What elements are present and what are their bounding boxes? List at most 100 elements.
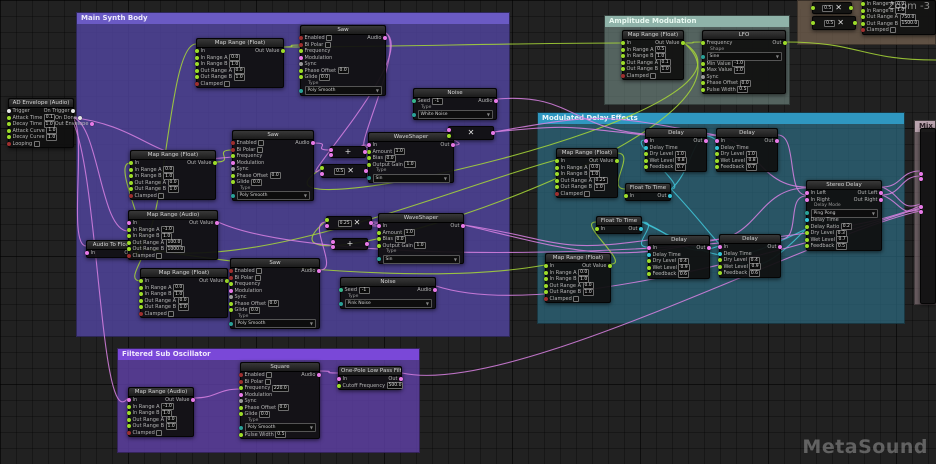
float-pin[interactable]: [644, 158, 648, 163]
float-pin[interactable]: [555, 159, 559, 164]
float-pin[interactable]: [644, 152, 648, 157]
checkbox[interactable]: [254, 274, 261, 281]
float-pin[interactable]: [127, 411, 131, 416]
value-input[interactable]: 0.5: [334, 167, 346, 175]
enum-pin[interactable]: [239, 425, 243, 430]
type-dropdown[interactable]: Poly Smooth ▼: [304, 86, 382, 95]
value-input[interactable]: 0.5: [824, 19, 836, 27]
bool-pin[interactable]: [129, 193, 133, 198]
float-pin[interactable]: [213, 161, 217, 166]
float-pin[interactable]: [129, 180, 133, 185]
float-pin[interactable]: [239, 386, 243, 391]
float-pin[interactable]: [861, 15, 865, 20]
value-input[interactable]: 0.6: [677, 270, 689, 278]
audio-pin[interactable]: [399, 377, 403, 382]
audio-pin[interactable]: [644, 139, 648, 144]
float-pin[interactable]: [624, 194, 628, 199]
trig-pin[interactable]: [78, 115, 83, 120]
float-pin[interactable]: [621, 67, 625, 72]
value-input[interactable]: 0.7: [745, 163, 757, 171]
float-pin[interactable]: [608, 264, 612, 269]
sync-pin[interactable]: [701, 74, 705, 79]
bool-pin[interactable]: [239, 379, 243, 384]
node-add-1[interactable]: +: [329, 146, 367, 158]
bool-pin[interactable]: [127, 253, 131, 258]
node-delay-1[interactable]: Delay In Out Delay Time Dry Level 1.0 Wet Leve…: [644, 128, 708, 172]
value-input[interactable]: 1000.0: [165, 245, 186, 253]
bool-pin[interactable]: [195, 81, 199, 86]
bool-pin[interactable]: [229, 269, 233, 274]
float-pin[interactable]: [239, 412, 243, 417]
float-pin[interactable]: [621, 60, 625, 65]
value-input[interactable]: 1.0: [233, 73, 245, 81]
trig-pin[interactable]: [71, 109, 75, 114]
checkbox[interactable]: [156, 429, 163, 436]
value-input[interactable]: 0.5: [275, 431, 287, 439]
node-map-range-float-3[interactable]: Map Range (Float) In Out Value In Range A 0.…: [139, 268, 229, 318]
type-dropdown[interactable]: Ping Pong ▼: [810, 208, 878, 218]
value-input[interactable]: 500.0: [386, 382, 404, 390]
float-pin[interactable]: [299, 75, 303, 80]
audio-pin[interactable]: [919, 172, 923, 176]
audio-pin[interactable]: [85, 251, 89, 256]
value-input[interactable]: 0.0: [248, 306, 261, 314]
node-tr-map-range[interactable]: In Range A 0.0 In Range B 1.0 Out Range A 750…: [861, 0, 936, 35]
value-input[interactable]: 1.0: [659, 65, 671, 73]
checkbox[interactable]: [224, 80, 231, 87]
enum-pin[interactable]: [805, 211, 809, 215]
bool-pin[interactable]: [299, 36, 303, 41]
float-pin[interactable]: [129, 187, 133, 192]
float-pin[interactable]: [299, 49, 303, 54]
bool-pin[interactable]: [239, 373, 243, 378]
audio-pin[interactable]: [325, 224, 329, 228]
value-input[interactable]: -1: [358, 286, 370, 294]
type-dropdown[interactable]: Sin ▼: [372, 173, 450, 183]
audio-pin[interactable]: [231, 160, 235, 165]
float-pin[interactable]: [701, 81, 705, 86]
audio-pin[interactable]: [919, 210, 923, 214]
audio-pin[interactable]: [447, 128, 451, 132]
float-pin[interactable]: [715, 158, 719, 163]
sync-pin[interactable]: [239, 399, 243, 404]
time-pin[interactable]: [805, 218, 809, 223]
checkbox[interactable]: [573, 295, 580, 302]
node-add-2[interactable]: +: [331, 238, 369, 250]
value-input[interactable]: 0.6: [748, 269, 760, 277]
audio-pin[interactable]: [775, 139, 779, 144]
value-input[interactable]: 0.25: [337, 219, 352, 227]
node-delay-2[interactable]: Delay In Out Delay Time Dry Level 1.0 Wet Leve…: [715, 128, 779, 172]
float-pin[interactable]: [805, 231, 809, 236]
float-pin[interactable]: [853, 21, 857, 25]
bool-pin[interactable]: [127, 430, 131, 435]
float-pin[interactable]: [299, 68, 303, 73]
node-saw-1[interactable]: Saw Enabled Audio Bi Polar Frequency Modulati…: [299, 25, 387, 96]
audio-pin[interactable]: [364, 169, 368, 173]
audio-pin[interactable]: [494, 99, 498, 104]
audio-pin[interactable]: [805, 197, 809, 202]
enum-pin[interactable]: [701, 54, 705, 59]
float-pin[interactable]: [681, 41, 685, 46]
audio-pin[interactable]: [229, 288, 233, 293]
float-pin[interactable]: [377, 243, 381, 248]
float-pin[interactable]: [811, 6, 815, 10]
audio-pin[interactable]: [879, 191, 883, 196]
float-pin[interactable]: [139, 298, 143, 303]
float-pin[interactable]: [195, 62, 199, 67]
node-multiply-2[interactable]: 0.25 ✕: [325, 216, 373, 230]
node-fso-map-range-audio[interactable]: Map Range (Audio) In Out Value In Range A -1…: [127, 387, 195, 437]
node-noise-pink[interactable]: Noise Seed -1 Audio Type Pink Noise ▼: [339, 277, 437, 309]
float-pin[interactable]: [367, 156, 371, 161]
node-square[interactable]: Square Enabled Audio Bi Polar Frequency 220.0…: [239, 362, 321, 439]
node-map-range-float-2[interactable]: Map Range (Float) In Out Value In Range A 0.…: [129, 150, 217, 200]
float-pin[interactable]: [139, 292, 143, 297]
value-input[interactable]: 1500.0: [899, 20, 920, 28]
float-pin[interactable]: [127, 424, 131, 429]
bool-pin[interactable]: [231, 141, 235, 146]
float-pin[interactable]: [544, 270, 548, 275]
node-waveshaper-2[interactable]: WaveShaper In Out Amount 1.0 Bias 0.0 Output Ga…: [377, 213, 465, 264]
bool-pin[interactable]: [139, 311, 143, 316]
audio-pin[interactable]: [778, 245, 782, 250]
node-am-map-range-float[interactable]: Map Range (Float) In Out Value In Range A 0.…: [621, 30, 685, 80]
value-input[interactable]: 0.0: [258, 410, 271, 418]
float-pin[interactable]: [337, 383, 341, 388]
